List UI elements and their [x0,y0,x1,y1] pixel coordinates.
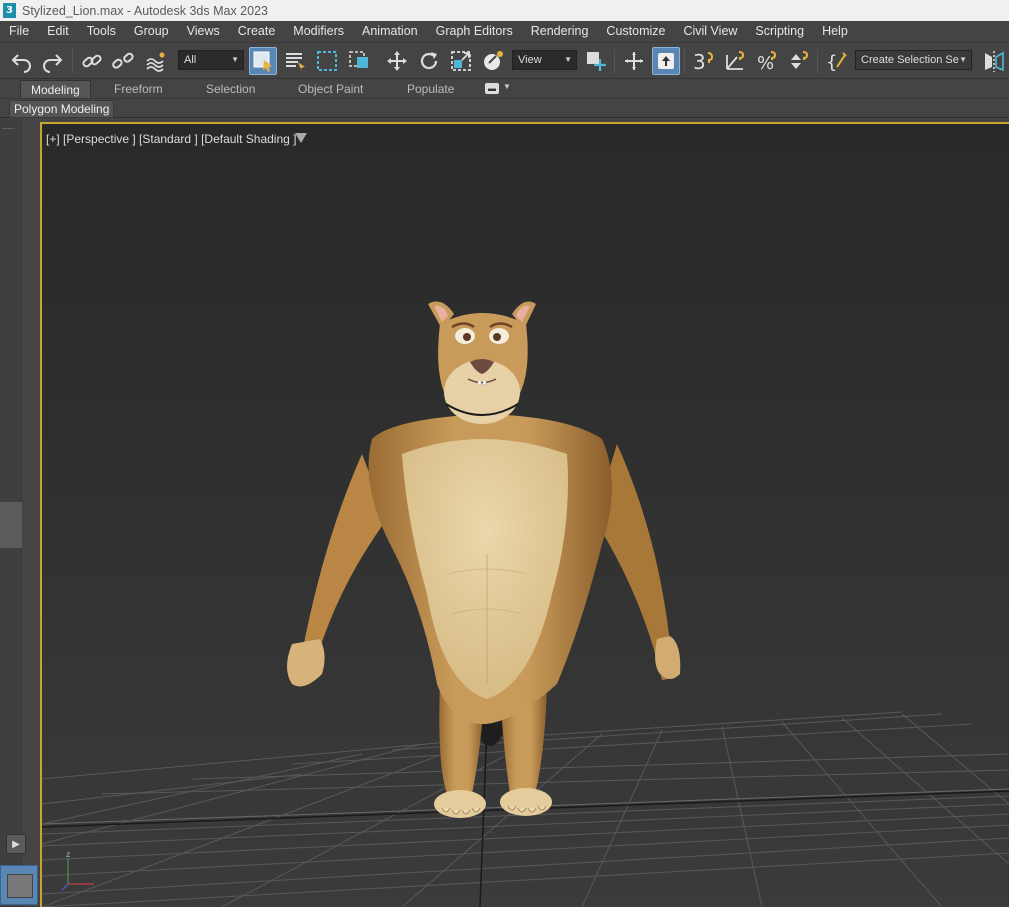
tab-selection[interactable]: Selection [206,80,255,98]
reference-coord-dropdown[interactable]: View ▼ [512,50,577,70]
menu-edit[interactable]: Edit [38,21,78,42]
select-object-icon[interactable] [249,47,277,75]
link-icon[interactable] [78,47,106,75]
manipulate-icon[interactable] [620,47,648,75]
keyboard-shortcut-icon[interactable] [652,47,680,75]
tab-populate[interactable]: Populate [407,80,454,98]
filter-icon[interactable] [295,133,307,143]
window-title: Stylized_Lion.max - Autodesk 3ds Max 202… [22,3,268,18]
panel-polygon-modeling[interactable]: Polygon Modeling [9,100,115,118]
viewport-label[interactable]: [+] [Perspective ] [Standard ] [Default … [46,132,296,146]
rect-region-icon[interactable] [313,47,341,75]
select-by-name-icon[interactable] [281,47,309,75]
menu-tools[interactable]: Tools [78,21,125,42]
menu-scripting[interactable]: Scripting [746,21,813,42]
menu-customize[interactable]: Customize [597,21,674,42]
menu-file[interactable]: File [0,21,38,42]
unlink-icon[interactable] [109,47,137,75]
redo-icon[interactable] [38,47,66,75]
app-logo-icon: 3 [3,3,16,18]
menu-help[interactable]: Help [813,21,857,42]
lion-torso [368,414,612,724]
named-selection-value: Create Selection Se [861,54,959,66]
named-selection-dropdown[interactable]: Create Selection Se ▼ [855,50,972,70]
left-strip: ······· ▶ [0,119,40,907]
reference-coord-value: View [518,54,542,66]
tab-freeform[interactable]: Freeform [114,80,163,98]
tab-modeling[interactable]: Modeling [20,80,91,98]
menu-modifiers[interactable]: Modifiers [284,21,353,42]
svg-text:z: z [66,850,70,859]
viewport-perspective[interactable]: z [+] [Perspective ] [Standard ] [Defaul… [40,122,1009,907]
rotate-icon[interactable] [415,47,443,75]
edit-named-selection-icon[interactable]: { [823,47,851,75]
menu-bar: File Edit Tools Group Views Create Modif… [0,21,1009,42]
spinner-snap-icon[interactable] [785,47,813,75]
svg-text:%: % [757,53,774,73]
undo-icon[interactable] [8,47,36,75]
menu-create[interactable]: Create [229,21,285,42]
scale-icon[interactable] [447,47,475,75]
menu-group[interactable]: Group [125,21,178,42]
panel-grip[interactable] [0,502,22,548]
ribbon-options-icon[interactable]: ▬ [485,83,499,94]
title-bar: 3 Stylized_Lion.max - Autodesk 3ds Max 2… [0,0,1009,21]
ribbon-panel-bar: Polygon Modeling [0,98,1009,118]
menu-graph-editors[interactable]: Graph Editors [427,21,522,42]
window-crossing-icon[interactable] [345,47,373,75]
angle-snap-icon[interactable] [721,47,749,75]
chevron-down-icon[interactable]: ▼ [503,82,511,91]
mirror-icon[interactable] [980,47,1008,75]
svg-text:{: { [826,52,837,73]
lion-scene: z [42,301,1009,907]
placement-icon[interactable] [479,47,507,75]
main-toolbar: All ▼ View ▼ 3 % {Create Selection Se ▼ [0,42,1009,78]
menu-animation[interactable]: Animation [353,21,427,42]
axis-tripod-icon: z [61,850,94,891]
svg-text:3: 3 [693,50,706,73]
pivot-icon[interactable] [582,47,610,75]
tab-object-paint[interactable]: Object Paint [298,80,363,98]
selection-filter-value: All [184,54,197,66]
menu-rendering[interactable]: Rendering [522,21,598,42]
percent-snap-icon[interactable]: % [753,47,781,75]
ribbon-tabs: Modeling Freeform Selection Object Paint… [0,78,1009,98]
snaps-toggle-icon[interactable]: 3 [689,47,717,75]
lion-head [428,301,536,424]
move-icon[interactable] [383,47,411,75]
drag-handle[interactable]: ······· [2,124,15,133]
viewport-layout-button[interactable] [0,865,38,905]
menu-civil-view[interactable]: Civil View [674,21,746,42]
selection-filter-dropdown[interactable]: All ▼ [178,50,244,70]
bind-space-warp-icon[interactable] [142,47,170,75]
menu-views[interactable]: Views [178,21,229,42]
play-icon[interactable]: ▶ [6,834,26,854]
